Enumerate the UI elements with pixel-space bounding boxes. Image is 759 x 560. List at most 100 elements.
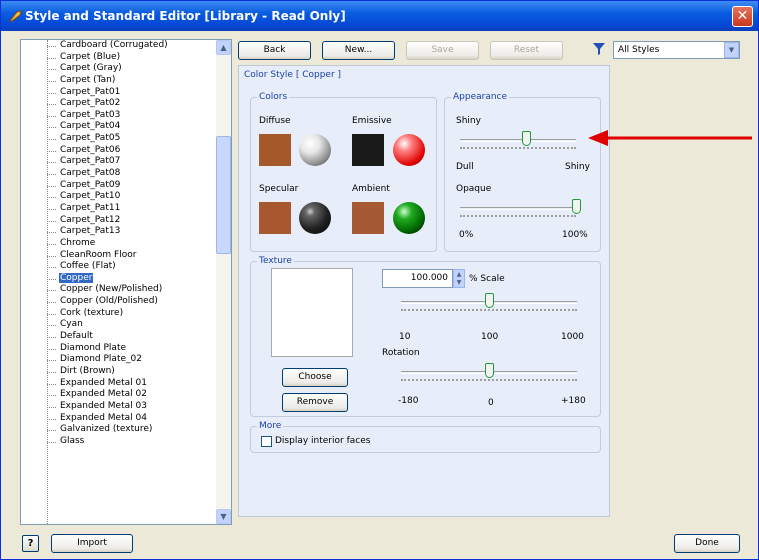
style-list-item[interactable]: Carpet_Pat02: [21, 98, 217, 110]
close-button[interactable]: ✕: [732, 6, 753, 27]
style-list[interactable]: Cardboard (Corrugated) Carpet (Blue) Carpe…: [20, 39, 232, 525]
style-list-item[interactable]: Default: [21, 331, 217, 343]
style-list-item[interactable]: Carpet (Gray): [21, 63, 217, 75]
scale-input[interactable]: 100.000: [382, 269, 453, 288]
display-interior-checkbox[interactable]: [261, 436, 272, 447]
new-button[interactable]: New...: [322, 41, 395, 60]
style-list-item[interactable]: Copper (New/Polished): [21, 284, 217, 296]
style-list-item[interactable]: Carpet_Pat11: [21, 203, 217, 215]
slider-thumb[interactable]: [485, 363, 494, 378]
save-button[interactable]: Save: [406, 41, 479, 60]
style-list-item[interactable]: Carpet_Pat12: [21, 215, 217, 227]
style-list-item-label: Cyan: [60, 319, 83, 330]
style-list-item[interactable]: Carpet_Pat06: [21, 145, 217, 157]
style-list-item[interactable]: Expanded Metal 04: [21, 413, 217, 425]
style-list-item[interactable]: Cork (texture): [21, 308, 217, 320]
annotation-arrow: [588, 130, 752, 146]
texture-group-label: Texture: [257, 256, 294, 266]
remove-texture-button[interactable]: Remove: [282, 393, 348, 412]
style-list-item-label: Carpet_Pat10: [60, 191, 121, 202]
style-list-item[interactable]: Carpet_Pat01: [21, 87, 217, 99]
style-list-item[interactable]: CleanRoom Floor: [21, 250, 217, 262]
opacity-max-label: 100%: [562, 230, 588, 240]
style-list-item[interactable]: Expanded Metal 02: [21, 389, 217, 401]
scroll-thumb[interactable]: [216, 136, 231, 254]
emissive-preview-sphere: [393, 134, 425, 166]
style-list-item-label: Cork (texture): [60, 307, 124, 318]
rotation-min-label: -180: [398, 396, 419, 406]
style-list-item[interactable]: Chrome: [21, 238, 217, 250]
slider-thumb[interactable]: [522, 131, 532, 146]
style-list-item-label: Carpet_Pat02: [60, 98, 121, 109]
done-button[interactable]: Done: [674, 534, 740, 553]
rotation-max-label: +180: [561, 396, 586, 406]
style-list-item[interactable]: Copper: [21, 272, 217, 285]
style-list-item-label: Copper: [59, 272, 94, 283]
emissive-color-swatch[interactable]: [352, 134, 384, 166]
style-list-item[interactable]: Carpet_Pat07: [21, 156, 217, 168]
style-list-item[interactable]: Cyan: [21, 319, 217, 331]
style-list-item-label: Diamond Plate: [60, 342, 127, 353]
style-list-item[interactable]: Expanded Metal 03: [21, 401, 217, 413]
scale-spinner[interactable]: ▲ ▼: [453, 269, 465, 288]
style-list-item[interactable]: Carpet_Pat13: [21, 226, 217, 238]
specular-color-swatch[interactable]: [259, 202, 291, 234]
slider-track: [460, 139, 576, 142]
opaque-label: Opaque: [456, 184, 492, 194]
scroll-up-icon[interactable]: ▲: [216, 40, 231, 55]
diffuse-preview-sphere: [299, 134, 331, 166]
shiny-slider[interactable]: [460, 131, 576, 151]
slider-thumb[interactable]: [572, 199, 581, 214]
style-list-item[interactable]: Dirt (Brown): [21, 366, 217, 378]
chevron-down-icon[interactable]: ▼: [724, 42, 739, 58]
style-list-item[interactable]: Diamond Plate: [21, 343, 217, 355]
ambient-color-swatch[interactable]: [352, 202, 384, 234]
style-list-item[interactable]: Coffee (Flat): [21, 261, 217, 273]
style-list-item-label: Carpet_Pat11: [60, 202, 121, 213]
spin-up-icon[interactable]: ▲: [455, 271, 463, 279]
emissive-label: Emissive: [352, 116, 392, 126]
spin-down-icon[interactable]: ▼: [455, 279, 463, 287]
style-filter-dropdown[interactable]: All Styles ▼: [613, 41, 740, 59]
scroll-down-icon[interactable]: ▼: [216, 509, 231, 524]
slider-ticks: [401, 309, 577, 311]
scale-max-label: 1000: [561, 332, 584, 342]
style-list-item-label: Carpet_Pat13: [60, 226, 121, 237]
slider-ticks: [460, 147, 576, 149]
style-list-item-label: Chrome: [60, 237, 96, 248]
filter-icon[interactable]: [593, 43, 605, 55]
style-list-item-label: Expanded Metal 03: [60, 400, 147, 411]
reset-button[interactable]: Reset: [490, 41, 563, 60]
style-list-item[interactable]: Glass: [21, 436, 217, 448]
style-list-item[interactable]: Carpet (Tan): [21, 75, 217, 87]
style-list-item-label: Coffee (Flat): [60, 261, 116, 272]
style-list-item[interactable]: Carpet_Pat08: [21, 168, 217, 180]
rotation-slider[interactable]: [401, 363, 577, 383]
style-list-item[interactable]: Diamond Plate_02: [21, 354, 217, 366]
specular-preview-sphere: [299, 202, 331, 234]
back-button[interactable]: Back: [238, 41, 311, 60]
list-scrollbar[interactable]: ▲ ▼: [216, 40, 231, 524]
style-list-item[interactable]: Copper (Old/Polished): [21, 296, 217, 308]
style-list-item[interactable]: Carpet_Pat10: [21, 191, 217, 203]
help-button[interactable]: ?: [22, 535, 39, 552]
style-list-item[interactable]: Carpet_Pat09: [21, 180, 217, 192]
style-list-item[interactable]: Carpet_Pat04: [21, 121, 217, 133]
opacity-min-label: 0%: [459, 230, 474, 240]
opacity-slider[interactable]: [460, 199, 581, 219]
style-list-item[interactable]: Galvanized (texture): [21, 424, 217, 436]
slider-thumb[interactable]: [485, 293, 494, 308]
style-list-item[interactable]: Carpet_Pat03: [21, 110, 217, 122]
style-list-item[interactable]: Cardboard (Corrugated): [21, 40, 217, 52]
diffuse-color-swatch[interactable]: [259, 134, 291, 166]
style-list-item[interactable]: Carpet_Pat05: [21, 133, 217, 145]
style-list-item[interactable]: Expanded Metal 01: [21, 378, 217, 390]
import-button[interactable]: Import: [51, 534, 133, 553]
slider-ticks: [401, 379, 577, 381]
style-list-item-label: Diamond Plate_02: [60, 354, 142, 365]
display-interior-label: Display interior faces: [275, 436, 371, 446]
choose-texture-button[interactable]: Choose: [282, 368, 348, 387]
style-list-item[interactable]: Carpet (Blue): [21, 52, 217, 64]
scale-slider[interactable]: [401, 293, 577, 313]
slider-ticks: [460, 215, 576, 217]
